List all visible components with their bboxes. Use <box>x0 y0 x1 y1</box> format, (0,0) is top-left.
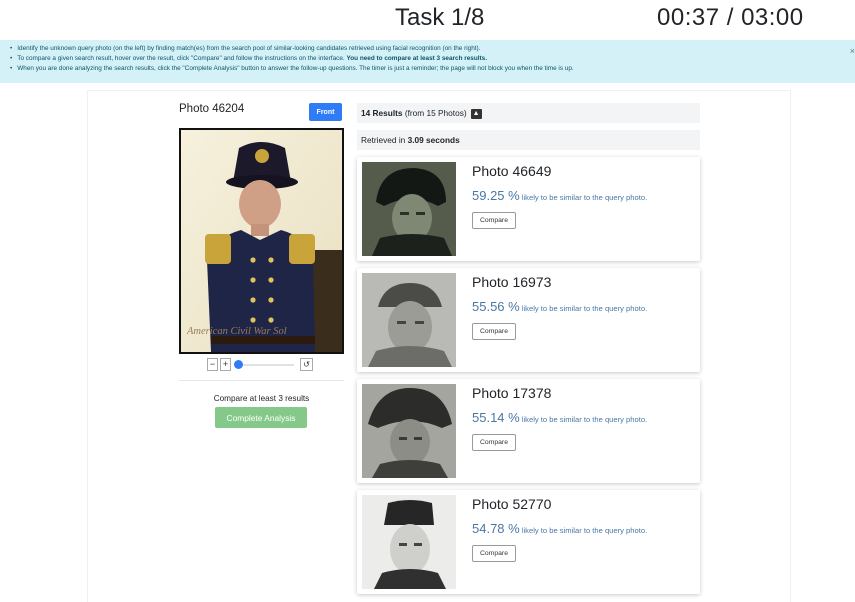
top-header: Task 1/8 00:37 / 03:00 <box>0 0 855 38</box>
result-thumbnail <box>362 384 456 478</box>
result-card[interactable]: Photo 17378 55.14 % likely to be similar… <box>357 379 700 483</box>
result-card[interactable]: Photo 52770 54.78 % likely to be similar… <box>357 490 700 594</box>
result-thumbnail <box>362 273 456 367</box>
compare-button[interactable]: Compare <box>472 434 516 451</box>
result-card[interactable]: Photo 16973 55.56 % likely to be similar… <box>357 268 700 372</box>
zoom-slider-handle[interactable] <box>234 360 243 369</box>
retrieval-time: Retrieved in 3.09 seconds <box>357 130 700 150</box>
result-title: Photo 46649 <box>472 163 552 179</box>
close-icon[interactable]: × <box>850 46 855 56</box>
result-title: Photo 17378 <box>472 385 552 401</box>
compare-button[interactable]: Compare <box>472 212 516 229</box>
compare-hint: Compare at least 3 results <box>213 394 310 403</box>
zoom-controls: − + ↺ <box>207 358 317 372</box>
result-thumbnail <box>362 495 456 589</box>
similarity-score: 54.78 % likely to be similar to the quer… <box>472 521 648 536</box>
result-thumbnail <box>362 162 456 256</box>
instructions-banner: Identify the unknown query photo (on the… <box>0 40 855 83</box>
result-title: Photo 52770 <box>472 496 552 512</box>
query-photo-image <box>181 130 342 352</box>
rotate-button[interactable]: ↺ <box>300 358 313 371</box>
query-photo-title: Photo 46204 <box>179 103 245 115</box>
results-source-count: (from 15 Photos) <box>402 108 467 118</box>
complete-analysis-button[interactable]: Complete Analysis <box>215 407 307 428</box>
task-counter: Task 1/8 <box>395 4 485 31</box>
sort-icon[interactable]: ▲ <box>470 108 482 119</box>
zoom-out-button[interactable]: − <box>207 358 218 371</box>
instruction-1: Identify the unknown query photo (on the… <box>10 44 845 54</box>
result-title: Photo 16973 <box>472 274 552 290</box>
results-summary: 14 Results (from 15 Photos) ▲ <box>357 103 700 123</box>
compare-button[interactable]: Compare <box>472 545 516 562</box>
similarity-score: 55.56 % likely to be similar to the quer… <box>472 299 648 314</box>
photo-watermark: American Civil War Sol <box>187 326 287 337</box>
similarity-score: 55.14 % likely to be similar to the quer… <box>472 410 648 425</box>
zoom-slider-track[interactable] <box>236 364 294 366</box>
front-button[interactable]: Front <box>309 103 342 121</box>
results-count: 14 Results <box>361 108 403 118</box>
result-card[interactable]: Photo 46649 59.25 % likely to be similar… <box>357 157 700 261</box>
retrieval-seconds: 3.09 seconds <box>407 135 460 145</box>
instruction-2: To compare a given search result, hover … <box>10 54 845 64</box>
zoom-in-button[interactable]: + <box>220 358 231 371</box>
query-photo: American Civil War Sol <box>179 128 344 354</box>
compare-button[interactable]: Compare <box>472 323 516 340</box>
timer: 00:37 / 03:00 <box>657 4 804 31</box>
similarity-score: 59.25 % likely to be similar to the quer… <box>472 188 648 203</box>
divider <box>179 380 344 381</box>
instruction-3: When you are done analyzing the search r… <box>10 64 845 74</box>
